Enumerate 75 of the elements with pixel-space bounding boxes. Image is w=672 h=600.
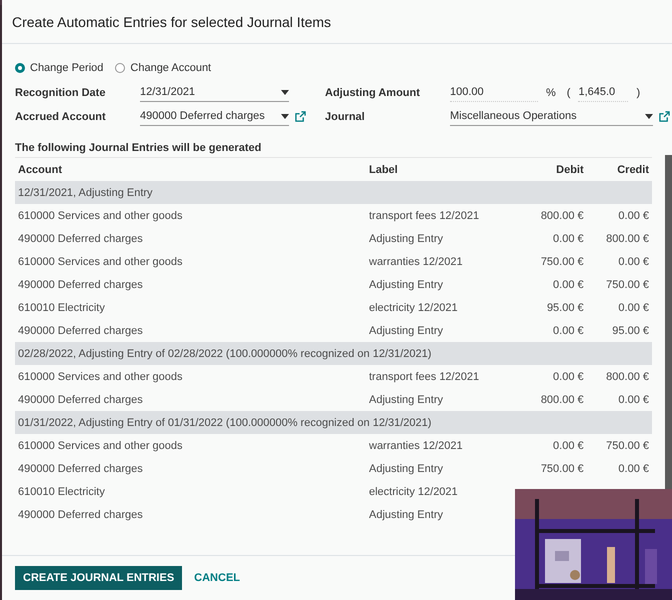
table-cell-text: electricity 12/2021 [368,484,459,500]
table-cell: 0.00 € [586,204,652,227]
table-cell-text: 0.00 € [617,300,650,316]
table-cell-text: 610000 Services and other goods [17,254,184,270]
section-title: The following Journal Entries will be generated [15,142,652,158]
table-cell-text: 95.00 € [546,300,585,316]
table-cell-text: Adjusting Entry [368,508,444,522]
table-cell-text: Adjusting Entry [368,278,444,292]
table-cell-text: 490000 Deferred charges [17,508,144,522]
cancel-button[interactable]: CANCEL [186,566,248,590]
radio-option[interactable]: Change Period [15,62,104,74]
table-cell-text: 0.00 € [552,232,585,246]
journal-select[interactable]: Miscellaneous Operations [450,107,653,126]
table-cell: warranties 12/2021 [366,434,522,457]
field-label: Adjusting Amount [325,86,421,98]
paren-text: ) [635,86,642,98]
table-cell: Adjusting Entry [366,319,522,342]
table-cell-text: 750.00 € [605,278,650,292]
table-cell-text: electricity 12/2021 [368,300,459,316]
table-cell-text: 0.00 € [617,254,650,270]
table-cell: 490000 Deferred charges [15,319,366,342]
table-cell: transport fees 12/2021 [366,365,522,388]
table-cell: 0.00 € [521,319,587,342]
radio-option[interactable]: Change Account [115,62,212,74]
date-field[interactable]: 12/31/2021 [140,83,289,102]
table-cell-text: 0.00 € [617,462,650,476]
create-button[interactable]: CREATE JOURNAL ENTRIES [15,566,182,590]
percent-sign: % [545,86,557,98]
table-cell: Adjusting Entry [366,388,522,411]
table-cell-text: warranties 12/2021 [368,254,464,270]
column-header: Label [366,158,522,181]
table-cell: transport fees 12/2021 [366,204,522,227]
table-cell: 800.00 € [521,388,587,411]
scrollbar[interactable] [665,155,672,489]
dialog-title: Create Automatic Entries for selected Journal Items [12,14,332,30]
table-cell: 610000 Services and other goods [15,434,366,457]
total-field[interactable]: 1,645.0 [578,83,628,102]
table-cell-text: 610010 Electricity [17,484,106,500]
table-cell: 610000 Services and other goods [15,204,366,227]
paren-text: ( [566,86,572,98]
table-cell: 800.00 € [586,365,652,388]
field-label: Recognition Date [15,86,106,98]
table-cell-text: Adjusting Entry [368,462,444,476]
external-link-icon[interactable] [659,111,670,122]
caret-icon [281,114,289,118]
table-cell: 490000 Deferred charges [15,388,366,411]
column-header: Debit [521,158,587,181]
table-cell-text: 490000 Deferred charges [17,462,144,476]
table-cell: 750.00 € [586,434,652,457]
column-header: Account [15,158,366,181]
table-cell: 0.00 € [521,434,587,457]
table-cell-text: 490000 Deferred charges [17,278,144,292]
caret-icon [281,90,289,94]
amount-field[interactable]: 100.00 [450,83,538,102]
group-row: 12/31/2021, Adjusting Entry [15,181,652,204]
caret-icon [645,114,653,118]
table-cell-text: Adjusting Entry [368,232,444,246]
column-header: Credit [586,158,652,181]
table-cell-text: 490000 Deferred charges [17,232,144,246]
table-cell: 800.00 € [521,204,587,227]
table-cell-text: 0.00 € [552,278,585,292]
account-select[interactable]: 490000 Deferred charges [140,107,289,126]
table-cell: 0.00 € [521,365,587,388]
external-link-icon[interactable] [295,111,306,122]
table-cell: 0.00 € [586,388,652,411]
table-cell-text: 750.00 € [540,254,585,270]
field-label: Journal [325,110,366,122]
table-cell-text: 610010 Electricity [17,300,106,316]
table-cell: 610000 Services and other goods [15,365,366,388]
table-cell: 95.00 € [586,319,652,342]
field-label: Accrued Account [15,110,107,122]
group-row: 02/28/2022, Adjusting Entry of 02/28/2022 (100.000000% recognized on 12/31/2021) [15,342,652,365]
table-cell-text: 750.00 € [540,462,585,476]
table-cell-text: 800.00 € [605,232,650,246]
group-row: 01/31/2022, Adjusting Entry of 01/31/2022 (100.000000% recognized on 12/31/2021) [15,411,652,434]
